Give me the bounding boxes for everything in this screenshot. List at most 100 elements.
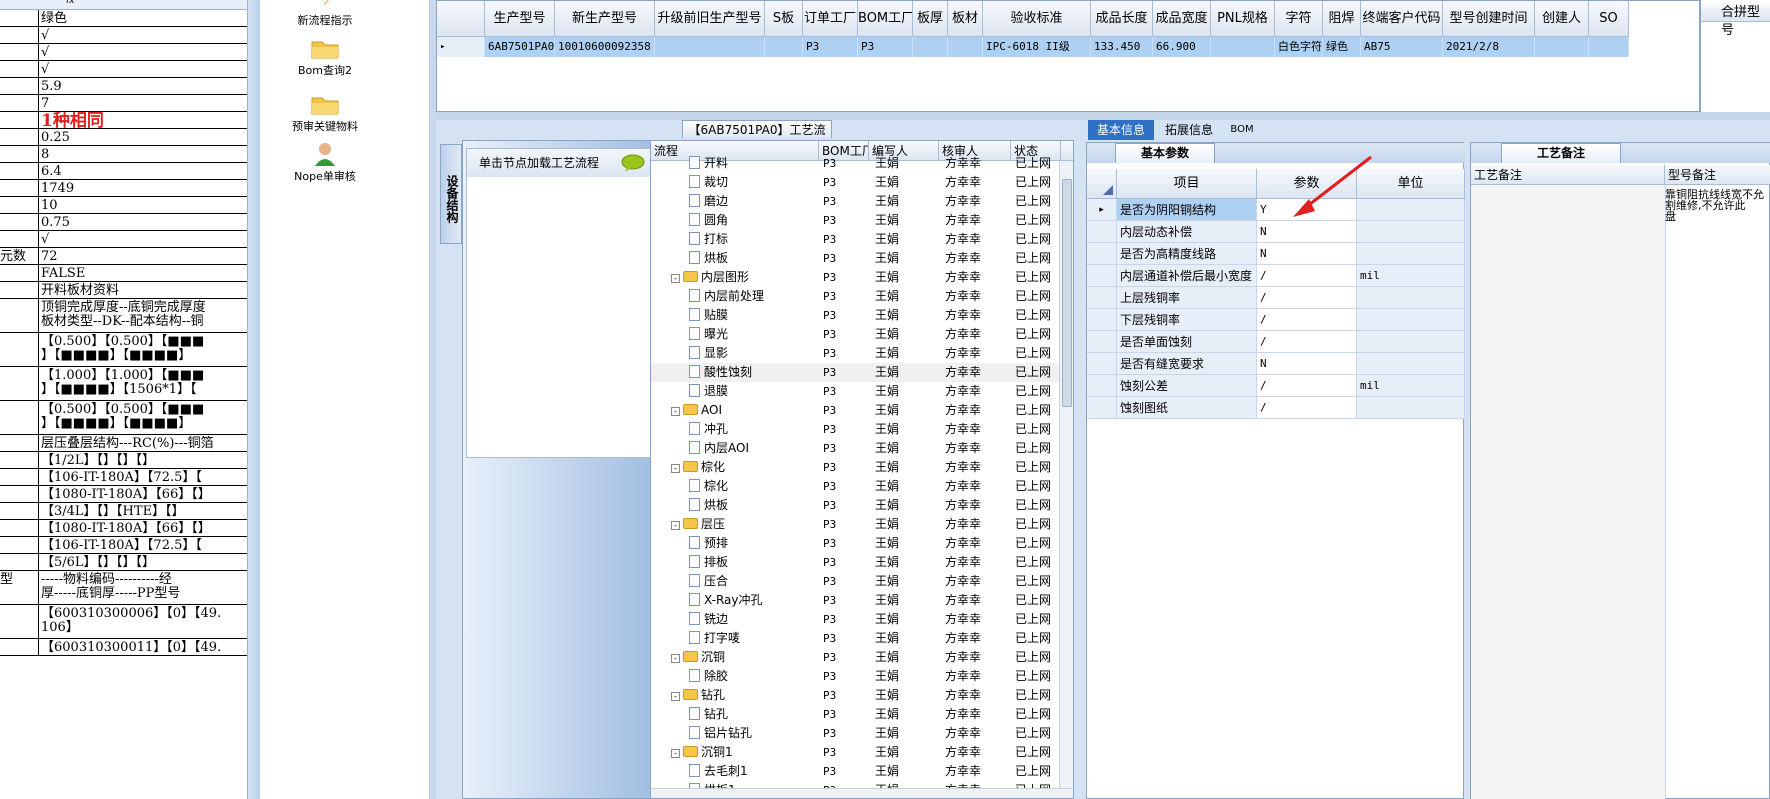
tree-row[interactable]: 打字唛 P3 王娟 方幸幸 已上网 <box>651 629 1061 648</box>
spreadsheet-row[interactable]: √ <box>0 27 247 44</box>
spreadsheet-row[interactable]: 【1/2L】【】【】【】 <box>0 452 247 469</box>
cell-b[interactable]: 【1.000】【1.000】【■■■ 】【■■■■】【1506*1】【 <box>41 367 247 400</box>
spreadsheet-row[interactable]: 1种相同 <box>0 112 247 129</box>
spreadsheet-row[interactable]: 【600310300006】【0】【49. 106】 <box>0 605 247 639</box>
cell-a[interactable] <box>0 10 39 26</box>
process-tab-title[interactable]: 【6AB7501PA0】工艺流程 <box>682 120 832 155</box>
collapse-icon[interactable]: - <box>671 521 680 530</box>
col-header[interactable]: 阻焊 <box>1323 1 1361 37</box>
cell-a[interactable] <box>0 486 39 502</box>
param-row[interactable]: 蚀刻公差 / mil <box>1087 375 1465 397</box>
tree-row[interactable]: - 沉铜 P3 王娟 方幸幸 已上网 <box>651 648 1061 667</box>
col-header[interactable]: 终端客户代码 <box>1361 1 1443 37</box>
cell-b[interactable]: -----物料编码----------经 厚-----底铜厚-----PP型号 <box>41 571 247 604</box>
tree-row[interactable]: 铣边 P3 王娟 方幸幸 已上网 <box>651 610 1061 629</box>
spreadsheet-row[interactable]: 【600310300011】【0】【49. <box>0 639 247 656</box>
cell-a[interactable] <box>0 265 39 281</box>
tree-node[interactable]: 烘板 <box>651 249 819 268</box>
param-value-cell[interactable]: / <box>1257 265 1357 287</box>
node-box[interactable]: 单击节点加载工艺流程 <box>466 148 653 458</box>
tree-row[interactable]: 烘板 P3 王娟 方幸幸 已上网 <box>651 249 1061 268</box>
collapse-icon[interactable]: - <box>671 749 680 758</box>
cell-a[interactable] <box>0 214 39 230</box>
param-value-cell[interactable]: N <box>1257 353 1357 375</box>
col-header-craft-note[interactable]: 工艺备注 <box>1471 165 1665 185</box>
spreadsheet-row[interactable]: 【1.000】【1.000】【■■■ 】【■■■■】【1506*1】【 <box>0 367 247 401</box>
cell-a[interactable] <box>0 554 39 570</box>
cell-a[interactable] <box>0 61 39 77</box>
cell-a[interactable] <box>0 520 39 536</box>
tree-node[interactable]: 打字唛 <box>651 629 819 648</box>
cell-b[interactable]: 【600310300011】【0】【49. <box>41 639 247 655</box>
param-value-cell[interactable]: N <box>1257 221 1357 243</box>
tree-row[interactable]: 压合 P3 王娟 方幸幸 已上网 <box>651 572 1061 591</box>
tree-node[interactable]: - 沉铜 <box>651 648 819 667</box>
spreadsheet-row[interactable]: 【0.500】【0.500】【■■■ 】【■■■■】【■■■■】 <box>0 333 247 367</box>
spreadsheet-row[interactable]: 【1080-IT-180A】【66】【】 <box>0 520 247 537</box>
grid-cell[interactable] <box>1535 37 1589 57</box>
grid-cell[interactable] <box>1589 37 1629 57</box>
tool-nope-review[interactable]: Nope单审核 <box>260 142 390 184</box>
col-header[interactable]: 板材 <box>948 1 983 37</box>
spreadsheet-row[interactable]: 0.75 <box>0 214 247 231</box>
col-header[interactable]: 板厚 <box>913 1 948 37</box>
spreadsheet-row[interactable]: √ <box>0 61 247 78</box>
tree-row[interactable]: 开料 P3 王娟 方幸幸 已上网 <box>651 154 1061 173</box>
col-header[interactable]: 型号创建时间 <box>1443 1 1535 37</box>
param-value-cell[interactable]: / <box>1257 397 1357 419</box>
tree-row[interactable]: 去毛刺1 P3 王娟 方幸幸 已上网 <box>651 762 1061 781</box>
tree-row[interactable]: 内层AOI P3 王娟 方幸幸 已上网 <box>651 439 1061 458</box>
param-row[interactable]: 是否单面蚀刻 / <box>1087 331 1465 353</box>
spreadsheet-row[interactable]: 7 <box>0 95 247 112</box>
tree-row[interactable]: 曝光 P3 王娟 方幸幸 已上网 <box>651 325 1061 344</box>
tree-node[interactable]: 预排 <box>651 534 819 553</box>
spreadsheet-row[interactable]: 【106-IT-180A】【72.5】【 <box>0 537 247 554</box>
tree-row[interactable]: 钻孔 P3 王娟 方幸幸 已上网 <box>651 705 1061 724</box>
grid-cell[interactable]: 10010600092358 <box>555 37 655 57</box>
cell-a[interactable] <box>0 282 39 298</box>
cell-a[interactable] <box>0 112 39 128</box>
cell-b[interactable]: 绿色 <box>41 10 247 26</box>
cell-b[interactable]: 【106-IT-180A】【72.5】【 <box>41 537 247 553</box>
param-row[interactable]: 是否有缝宽要求 N <box>1087 353 1465 375</box>
tree-row[interactable]: 烘板 P3 王娟 方幸幸 已上网 <box>651 496 1061 515</box>
cell-b[interactable]: 10 <box>41 197 247 213</box>
tree-row[interactable]: 冲孔 P3 王娟 方幸幸 已上网 <box>651 420 1061 439</box>
cell-a[interactable] <box>0 180 39 196</box>
tree-row[interactable]: 铝片钻孔 P3 王娟 方幸幸 已上网 <box>651 724 1061 743</box>
tree-node[interactable]: 压合 <box>651 572 819 591</box>
cell-a[interactable] <box>0 469 39 485</box>
cell-a[interactable] <box>0 197 39 213</box>
col-header[interactable]: SO <box>1589 1 1629 37</box>
cell-b[interactable]: √ <box>41 27 247 43</box>
col-header[interactable]: PNL规格 <box>1211 1 1275 37</box>
tree-node[interactable]: 去毛刺1 <box>651 762 819 781</box>
cell-b[interactable]: 【1080-IT-180A】【66】【】 <box>41 486 247 502</box>
tab-extended-info[interactable]: 拓展信息 <box>1158 120 1220 140</box>
spreadsheet-row[interactable]: 绿色 <box>0 10 247 27</box>
param-row[interactable]: 蚀刻图纸 / <box>1087 397 1465 419</box>
tree-node[interactable]: 贴膜 <box>651 306 819 325</box>
tree-row[interactable]: 排板 P3 王娟 方幸幸 已上网 <box>651 553 1061 572</box>
tree-row[interactable]: X-Ray冲孔 P3 王娟 方幸幸 已上网 <box>651 591 1061 610</box>
tree-row[interactable]: - 层压 P3 王娟 方幸幸 已上网 <box>651 515 1061 534</box>
cell-a[interactable] <box>0 44 39 60</box>
scroll-thumb[interactable] <box>1062 179 1072 407</box>
grid-cell[interactable]: IPC-6018 II级 <box>983 37 1091 57</box>
model-grid[interactable]: 生产型号 新生产型号 升级前旧生产型号 S板 订单工厂 BOM工厂 板厚 板材 验收标准 成品长度… <box>436 0 1700 112</box>
tree-node[interactable]: - 沉铜1 <box>651 743 819 762</box>
param-value-cell[interactable]: / <box>1257 375 1357 397</box>
spreadsheet-row[interactable]: 8 <box>0 146 247 163</box>
cell-b[interactable]: 72 <box>41 248 247 264</box>
tree-row[interactable]: - 沉铜1 P3 王娟 方幸幸 已上网 <box>651 743 1061 762</box>
grid-cell[interactable]: P3 <box>803 37 858 57</box>
tree-node[interactable]: 冲孔 <box>651 420 819 439</box>
grid-cell[interactable] <box>948 37 983 57</box>
tree-node[interactable]: 烘板 <box>651 496 819 515</box>
tree-node[interactable]: 内层AOI <box>651 439 819 458</box>
cell-a[interactable] <box>0 146 39 162</box>
tree-node[interactable]: 磨边 <box>651 192 819 211</box>
tree-node[interactable]: - 棕化 <box>651 458 819 477</box>
param-value-cell[interactable]: / <box>1257 287 1357 309</box>
tree-node[interactable]: - 钻孔 <box>651 686 819 705</box>
